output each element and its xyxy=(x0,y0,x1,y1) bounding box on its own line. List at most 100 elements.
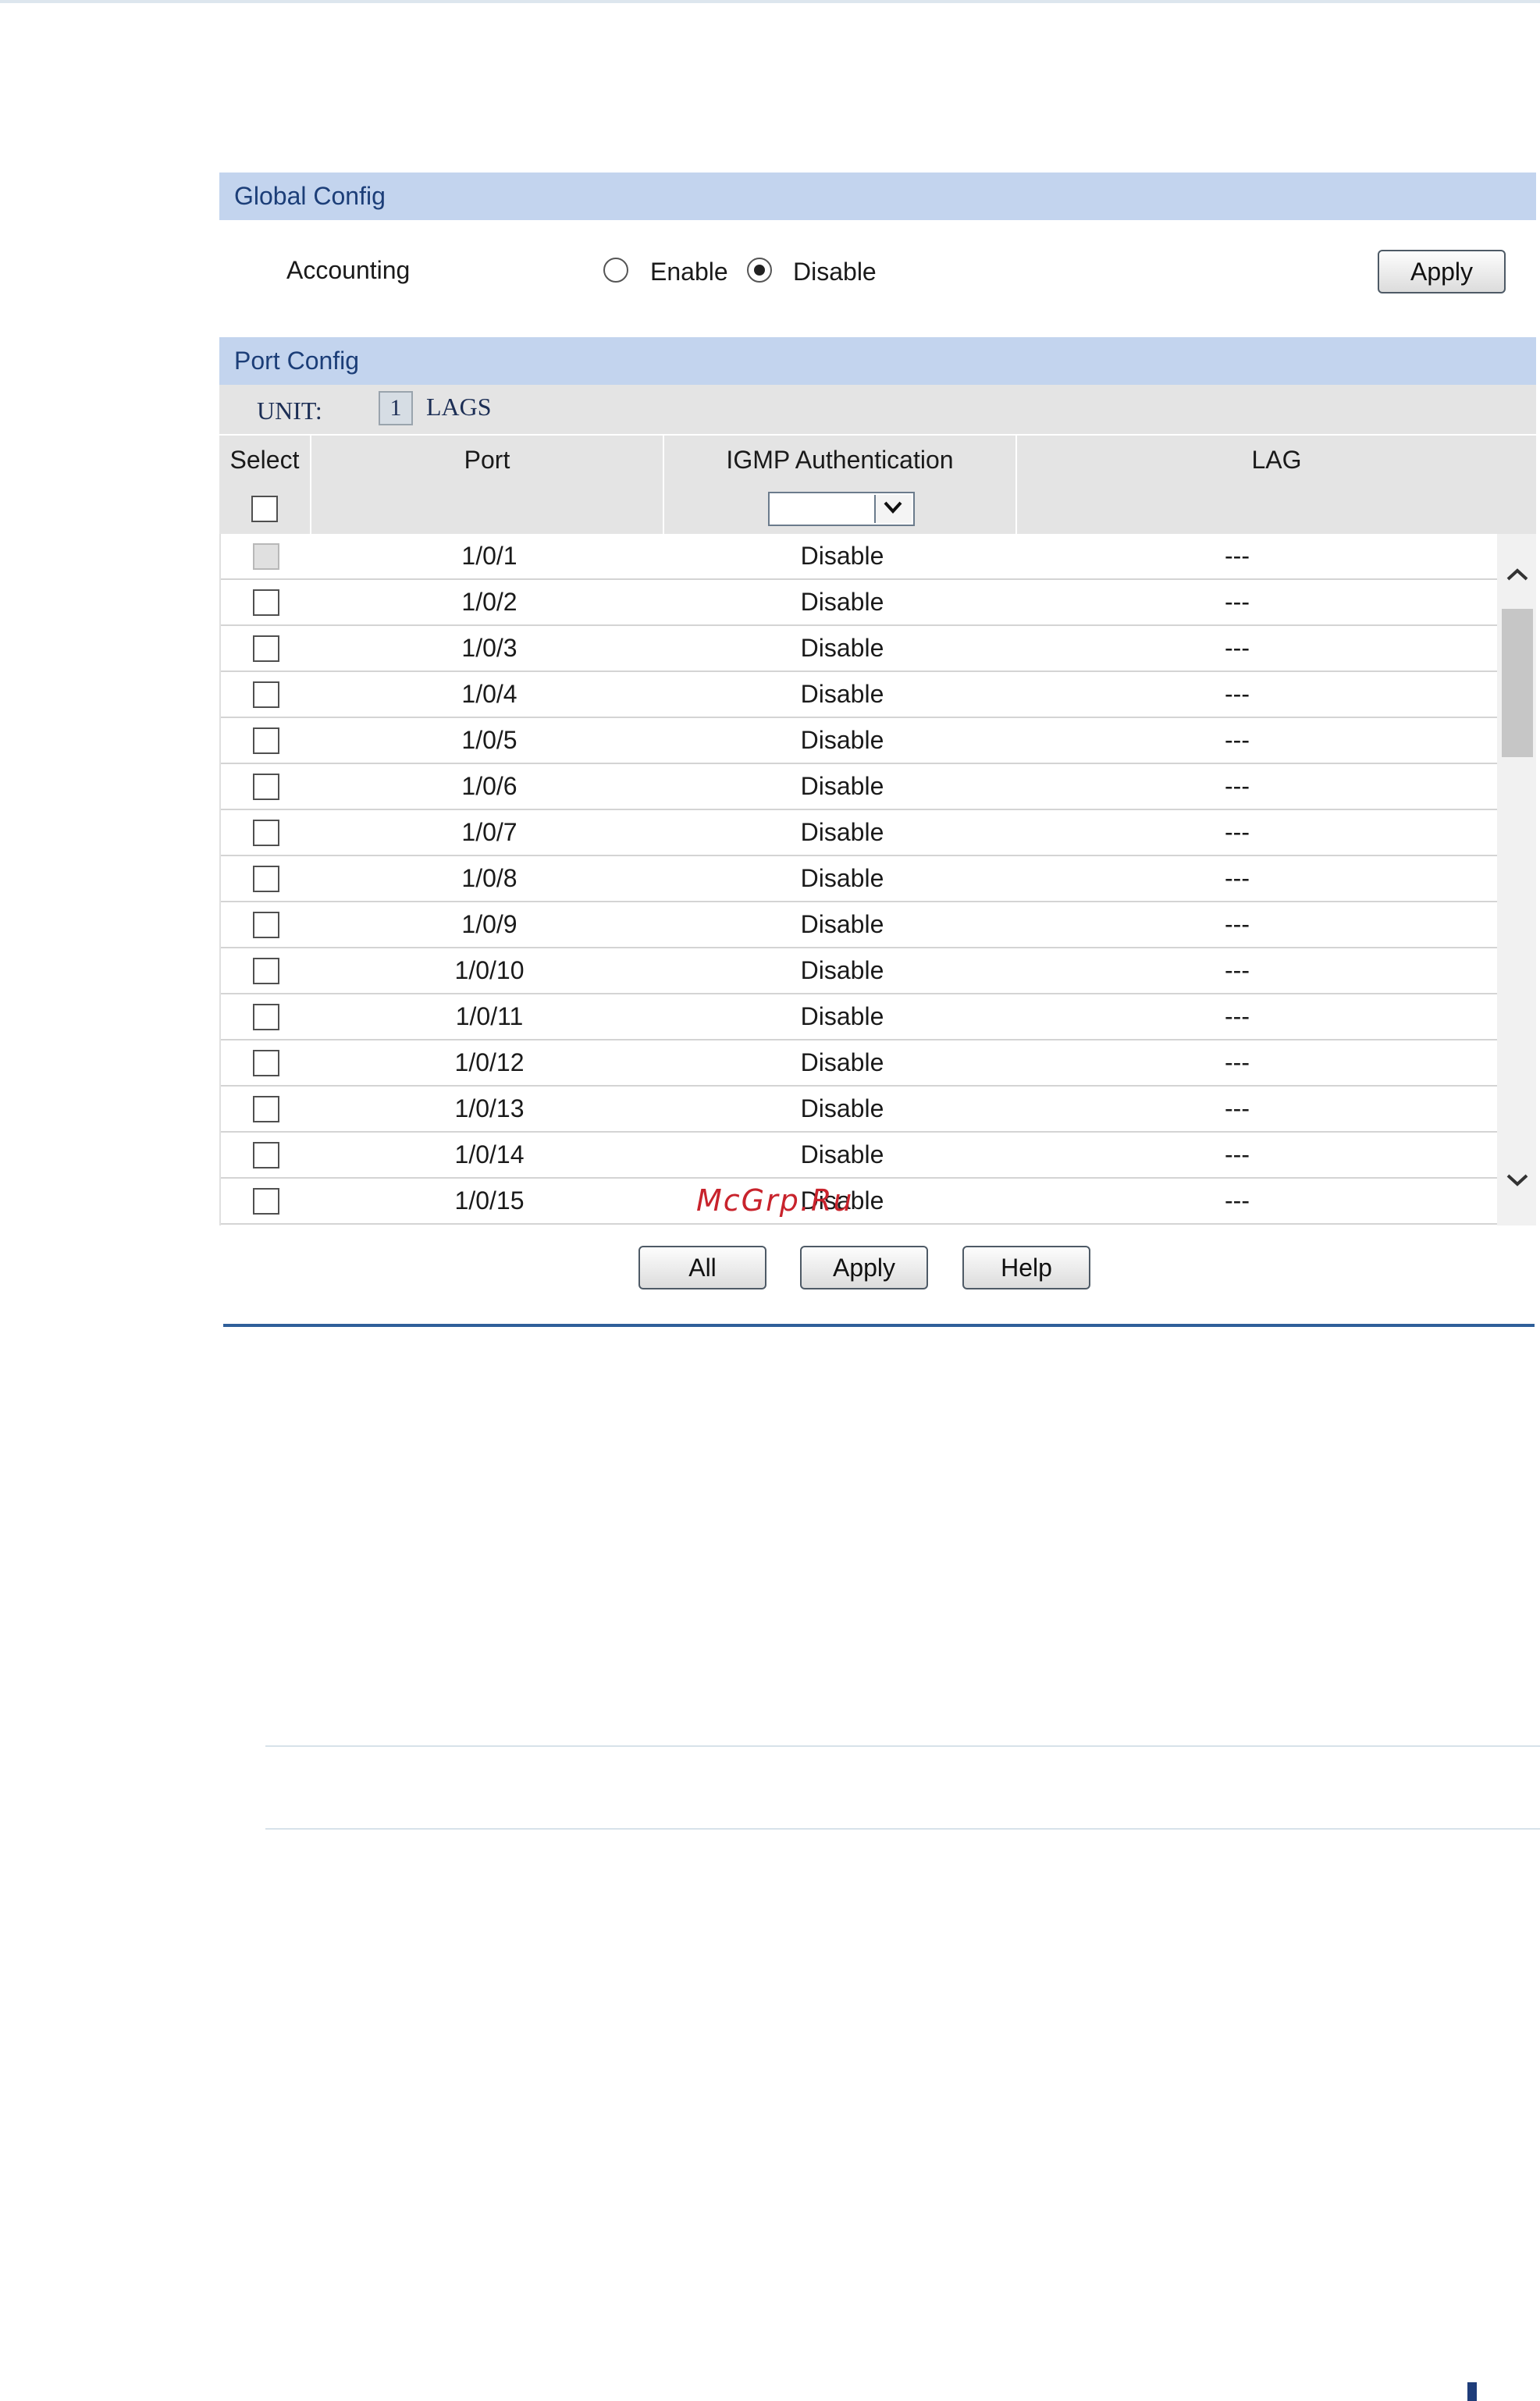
table-row: 1/0/9 Disable --- xyxy=(221,902,1499,948)
help-button[interactable]: Help xyxy=(962,1246,1090,1289)
igmp-auth-cell: Disable xyxy=(800,1094,884,1122)
enable-radio-label[interactable]: Enable xyxy=(650,258,728,286)
row-select-checkbox[interactable] xyxy=(253,1050,279,1076)
igmp-auth-cell: Disable xyxy=(800,588,884,616)
select-all-checkbox[interactable] xyxy=(251,496,278,522)
lag-cell: --- xyxy=(1225,1002,1250,1030)
lag-cell: --- xyxy=(1225,818,1250,846)
row-select-checkbox xyxy=(253,543,279,570)
table-row: 1/0/13 Disable --- xyxy=(221,1087,1499,1133)
port-table-body: 1/0/1 Disable --- 1/0/2 Disable --- 1/0/3 Disab… xyxy=(219,534,1536,1225)
lag-cell: --- xyxy=(1225,772,1250,800)
port-cell: 1/0/3 xyxy=(461,634,517,662)
lag-filter-cell xyxy=(1017,485,1536,534)
table-row: 1/0/3 Disable --- xyxy=(221,626,1499,672)
select-all-button[interactable]: All xyxy=(638,1246,766,1289)
row-select-cell xyxy=(221,994,313,1039)
port-config-header: Port Config xyxy=(219,337,1536,385)
row-select-checkbox[interactable] xyxy=(253,912,279,938)
table-filter-row xyxy=(219,485,1536,534)
igmp-auth-cell: Disable xyxy=(800,1140,884,1168)
table-row: 1/0/10 Disable --- xyxy=(221,948,1499,994)
port-cell: 1/0/10 xyxy=(454,956,525,984)
row-select-checkbox[interactable] xyxy=(253,681,279,708)
table-row: 1/0/11 Disable --- xyxy=(221,994,1499,1040)
enable-radio[interactable] xyxy=(603,258,628,283)
lags-tab[interactable]: LAGS xyxy=(426,393,492,422)
lag-cell: --- xyxy=(1225,1094,1250,1122)
table-row: 1/0/5 Disable --- xyxy=(221,718,1499,764)
row-select-cell xyxy=(221,1179,313,1223)
lag-cell: --- xyxy=(1225,588,1250,616)
unit-label: UNIT: xyxy=(257,397,322,425)
global-config-header: Global Config xyxy=(219,173,1536,220)
port-cell: 1/0/7 xyxy=(461,818,517,846)
row-select-cell xyxy=(221,856,313,901)
table-row: 1/0/12 Disable --- xyxy=(221,1040,1499,1087)
port-column-header: Port xyxy=(311,436,664,485)
row-select-cell xyxy=(221,902,313,947)
igmp-auth-cell: Disable xyxy=(800,726,884,754)
row-select-checkbox[interactable] xyxy=(253,589,279,616)
port-cell: 1/0/14 xyxy=(454,1140,525,1168)
igmp-auth-cell: Disable xyxy=(800,864,884,892)
port-cell: 1/0/5 xyxy=(461,726,517,754)
row-select-cell xyxy=(221,626,313,671)
port-cell: 1/0/8 xyxy=(461,864,517,892)
row-select-checkbox[interactable] xyxy=(253,1142,279,1168)
row-select-cell xyxy=(221,948,313,993)
port-cell: 1/0/2 xyxy=(461,588,517,616)
port-cell: 1/0/13 xyxy=(454,1094,525,1122)
table-row: 1/0/4 Disable --- xyxy=(221,672,1499,718)
disable-radio-label[interactable]: Disable xyxy=(793,258,877,286)
row-select-cell xyxy=(221,810,313,855)
port-cell: 1/0/6 xyxy=(461,772,517,800)
lag-column-header: LAG xyxy=(1251,446,1302,474)
chevron-down-icon[interactable] xyxy=(1503,1171,1531,1193)
igmp-auth-cell: Disable xyxy=(800,818,884,846)
row-select-checkbox[interactable] xyxy=(253,1096,279,1122)
disable-radio[interactable] xyxy=(747,258,772,283)
igmp-auth-cell: Disable xyxy=(800,772,884,800)
note-divider-bottom xyxy=(265,1828,1540,1830)
row-select-checkbox[interactable] xyxy=(253,774,279,800)
row-select-checkbox[interactable] xyxy=(253,1004,279,1030)
igmp-auth-cell: Disable xyxy=(800,1048,884,1076)
row-select-checkbox[interactable] xyxy=(253,820,279,846)
lag-cell: --- xyxy=(1225,726,1250,754)
igmp-column-header: IGMP Authentication xyxy=(664,436,1017,485)
row-select-cell xyxy=(221,534,313,578)
igmp-auth-cell: Disable xyxy=(800,1002,884,1030)
igmp-filter-select[interactable] xyxy=(768,492,915,526)
row-select-checkbox[interactable] xyxy=(253,1188,279,1215)
note-divider-top xyxy=(265,1745,1540,1747)
igmp-auth-cell: Disable xyxy=(800,956,884,984)
row-select-cell xyxy=(221,718,313,763)
port-cell: 1/0/11 xyxy=(455,1002,524,1030)
unit-selector-row: UNIT: 1 LAGS xyxy=(219,385,1536,435)
row-select-cell xyxy=(221,672,313,717)
row-select-checkbox[interactable] xyxy=(253,958,279,984)
row-select-checkbox[interactable] xyxy=(253,635,279,662)
chevron-down-icon[interactable] xyxy=(874,495,912,523)
unit-1-tab[interactable]: 1 xyxy=(379,391,413,425)
port-filter-cell xyxy=(311,485,664,534)
section-divider xyxy=(223,1324,1535,1327)
port-cell: 1/0/1 xyxy=(461,542,517,570)
global-apply-button[interactable]: Apply xyxy=(1378,250,1506,293)
row-select-cell xyxy=(221,1040,313,1085)
port-apply-button[interactable]: Apply xyxy=(800,1246,928,1289)
row-select-checkbox[interactable] xyxy=(253,866,279,892)
lag-cell: --- xyxy=(1225,1048,1250,1076)
igmp-auth-cell: Disable xyxy=(800,634,884,662)
chevron-up-icon[interactable] xyxy=(1503,565,1531,588)
table-row: 1/0/6 Disable --- xyxy=(221,764,1499,810)
lag-cell: --- xyxy=(1225,1186,1250,1215)
table-row: 1/0/14 Disable --- xyxy=(221,1133,1499,1179)
table-row: 1/0/1 Disable --- xyxy=(221,534,1499,580)
select-all-cell xyxy=(219,485,311,534)
table-scrollbar[interactable] xyxy=(1497,534,1536,1225)
scroll-thumb[interactable] xyxy=(1502,609,1533,757)
row-select-cell xyxy=(221,580,313,624)
row-select-checkbox[interactable] xyxy=(253,727,279,754)
